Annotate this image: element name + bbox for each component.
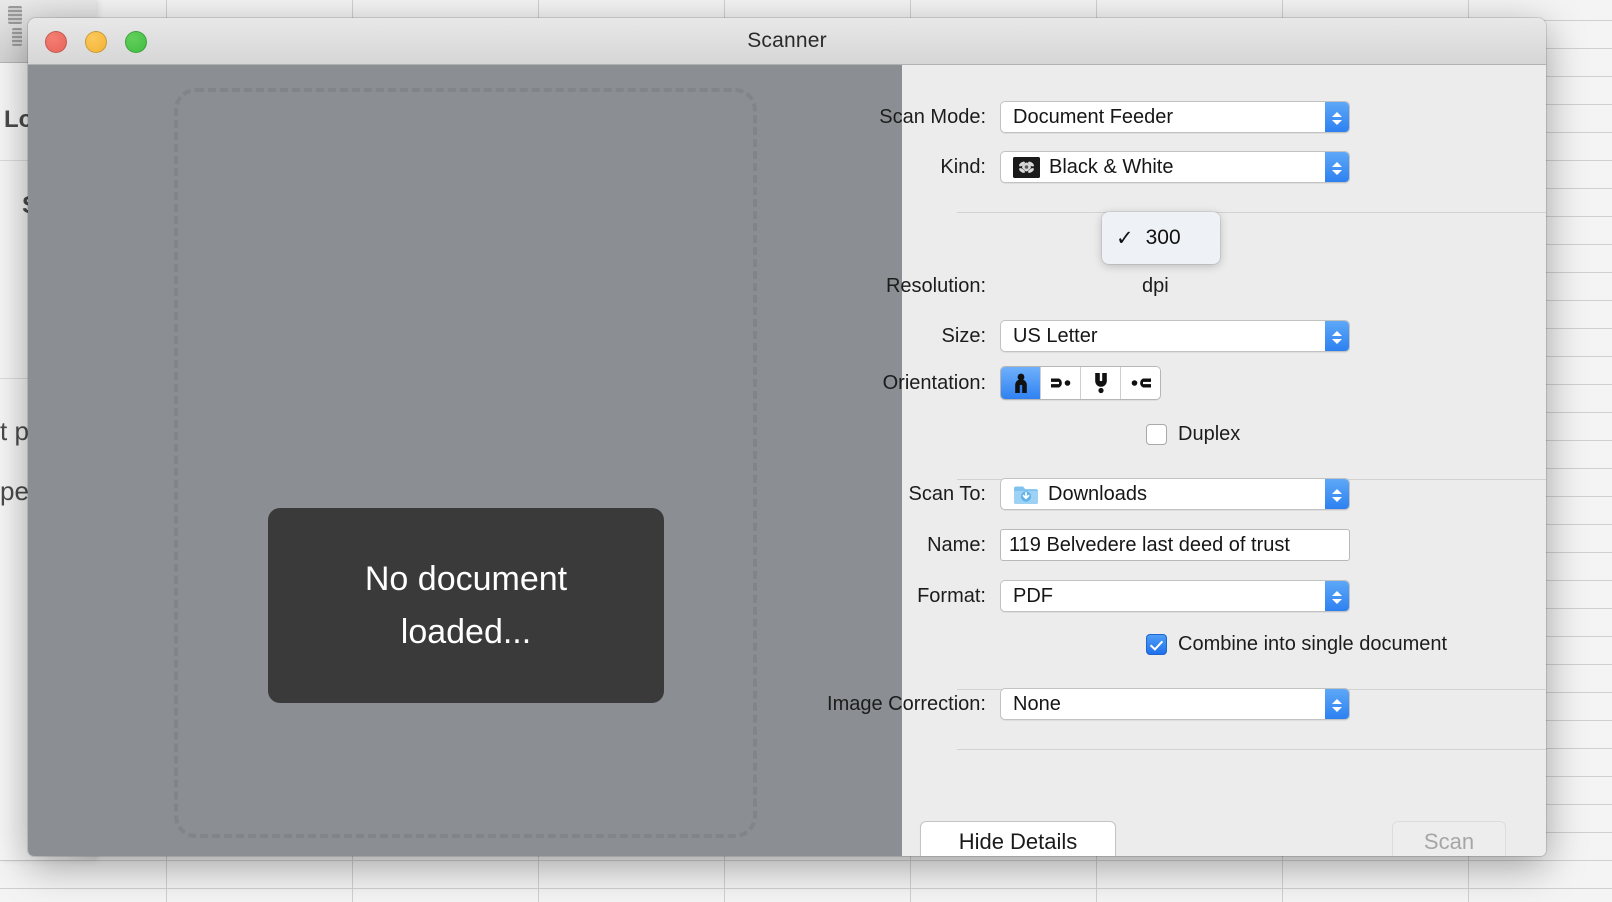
kind-row: Kind: [786, 150, 1350, 184]
orientation-row: Orientation: [786, 366, 1161, 400]
scan-mode-stepper-icon[interactable] [1325, 102, 1349, 133]
scan-to-select[interactable]: Downloads [1000, 478, 1350, 510]
desktop-background: Lo S t p pe Scanner No document loaded..… [0, 0, 1612, 902]
settings-divider-4 [957, 749, 1546, 750]
checkmark-icon: ✓ [1116, 228, 1134, 249]
kind-value: Black & White [1049, 156, 1173, 179]
scan-to-label: Scan To: [786, 483, 1000, 506]
scanner-window: Scanner No document loaded... Scan Mode:… [28, 18, 1546, 856]
name-row: Name: 119 Belvedere last deed of trust [786, 528, 1350, 562]
window-title: Scanner [28, 29, 1546, 53]
resolution-menu-item-300[interactable]: 300 [1146, 226, 1181, 250]
kind-label: Kind: [786, 156, 1000, 179]
no-document-message: No document loaded... [268, 508, 664, 703]
size-select[interactable]: US Letter [1000, 320, 1350, 352]
orientation-segmented-control[interactable] [1000, 366, 1161, 400]
background-vent-icon-2 [12, 28, 22, 46]
name-input[interactable]: 119 Belvedere last deed of trust [1000, 529, 1350, 561]
scan-to-value: Downloads [1048, 483, 1147, 506]
image-correction-label: Image Correction: [786, 693, 1000, 716]
scan-to-stepper-icon[interactable] [1325, 479, 1349, 510]
downloads-folder-icon [1013, 484, 1039, 505]
duplex-checkbox[interactable] [1146, 424, 1167, 445]
scan-mode-label: Scan Mode: [786, 106, 1000, 129]
format-row: Format: PDF [786, 579, 1350, 613]
kind-stepper-icon[interactable] [1325, 152, 1349, 183]
size-row: Size: US Letter [786, 319, 1350, 353]
background-text-fragment-3: t p [0, 416, 29, 447]
orientation-portrait-inverted-button[interactable] [1081, 367, 1121, 399]
duplex-label: Duplex [1178, 423, 1240, 446]
scan-button: Scan [1392, 821, 1506, 856]
orientation-portrait-upright-button[interactable] [1001, 367, 1041, 399]
image-correction-select[interactable]: None [1000, 688, 1350, 720]
orientation-landscape-left-button[interactable] [1121, 367, 1160, 399]
combine-checkbox[interactable] [1146, 634, 1167, 655]
scan-mode-value: Document Feeder [1013, 106, 1173, 129]
orientation-label: Orientation: [786, 372, 1000, 395]
resolution-popup-menu[interactable]: ✓ 300 [1102, 212, 1220, 264]
size-stepper-icon[interactable] [1325, 321, 1349, 352]
orientation-landscape-right-button[interactable] [1041, 367, 1081, 399]
window-titlebar[interactable]: Scanner [28, 18, 1546, 65]
format-label: Format: [786, 585, 1000, 608]
image-correction-row: Image Correction: None [786, 687, 1350, 721]
combine-label: Combine into single document [1178, 633, 1447, 656]
size-value: US Letter [1013, 325, 1097, 348]
background-vent-icon [8, 6, 22, 24]
duplex-checkbox-row[interactable]: Duplex [1146, 423, 1240, 446]
scan-settings-pane: Scan Mode: Document Feeder Kind: [902, 65, 1546, 856]
format-value: PDF [1013, 585, 1053, 608]
scan-mode-row: Scan Mode: Document Feeder [786, 100, 1350, 134]
format-select[interactable]: PDF [1000, 580, 1350, 612]
scan-mode-select[interactable]: Document Feeder [1000, 101, 1350, 133]
format-stepper-icon[interactable] [1325, 581, 1349, 612]
kind-select[interactable]: Black & White [1000, 151, 1350, 183]
scan-preview-pane[interactable]: No document loaded... [28, 65, 902, 856]
hide-details-button[interactable]: Hide Details [920, 821, 1116, 856]
page-outline-placeholder [174, 88, 757, 838]
name-label: Name: [786, 534, 1000, 557]
settings-divider-1 [957, 212, 1546, 213]
window-body: No document loaded... Scan Mode: Documen… [28, 65, 1546, 856]
resolution-label: Resolution: [786, 275, 1000, 298]
scan-to-row: Scan To: Downloads [786, 477, 1350, 511]
photo-thumbnail-icon [1013, 157, 1040, 178]
size-label: Size: [786, 325, 1000, 348]
background-text-fragment-4: pe [0, 476, 29, 507]
image-correction-stepper-icon[interactable] [1325, 689, 1349, 720]
resolution-unit-label: dpi [1142, 275, 1169, 298]
combine-checkbox-row[interactable]: Combine into single document [1146, 633, 1447, 656]
resolution-row: Resolution: dpi [786, 269, 1169, 303]
image-correction-value: None [1013, 693, 1061, 716]
